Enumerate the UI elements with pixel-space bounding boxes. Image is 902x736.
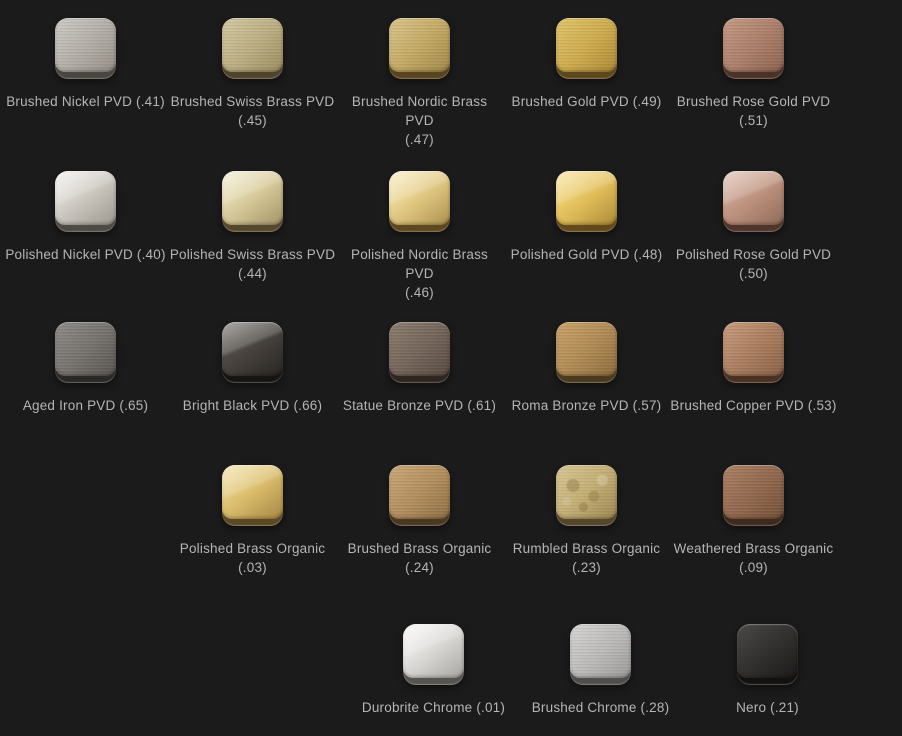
finish-swatch[interactable] [723,465,784,526]
finish-row-brass-organic: Polished Brass Organic (.03) Brushed Bra… [0,465,902,577]
finish-swatch[interactable] [556,465,617,526]
finish-row-pvd-brushed: Brushed Nickel PVD (.41) Brushed Swiss B… [0,18,902,149]
finish-option-brushed-swiss-brass-pvd-45[interactable]: Brushed Swiss Brass PVD (.45) [169,18,336,149]
finish-label: Roma Bronze PVD (.57) [503,396,670,434]
finish-row-pvd-dark-bronze: Aged Iron PVD (.65) Bright Black PVD (.6… [0,322,902,434]
finish-option-weathered-brass-organic-09[interactable]: Weathered Brass Organic (.09) [670,465,837,577]
finish-label: Aged Iron PVD (.65) [2,396,169,434]
finish-swatch[interactable] [723,18,784,79]
finish-option-rumbled-brass-organic-23[interactable]: Rumbled Brass Organic (.23) [503,465,670,577]
finish-label: Brushed Copper PVD (.53) [670,396,837,434]
finish-label: Statue Bronze PVD (.61) [336,396,503,434]
finish-swatch[interactable] [403,624,464,685]
finish-option-brushed-nickel-pvd-41[interactable]: Brushed Nickel PVD (.41) [2,18,169,149]
finish-swatch[interactable] [556,322,617,383]
finish-label: Durobrite Chrome (.01) [350,698,517,736]
finish-option-nero-21[interactable]: Nero (.21) [684,624,851,736]
finish-label: Nero (.21) [684,698,851,736]
finish-option-brushed-copper-pvd-53[interactable]: Brushed Copper PVD (.53) [670,322,837,434]
finish-label: Brushed Nordic Brass PVD (.47) [336,92,503,149]
finish-option-brushed-rose-gold-pvd-51[interactable]: Brushed Rose Gold PVD (.51) [670,18,837,149]
finish-swatch[interactable] [389,18,450,79]
finish-swatch[interactable] [55,322,116,383]
finish-row-chrome-nero: Durobrite Chrome (.01) Brushed Chrome (.… [0,624,902,736]
finish-option-polished-swiss-brass-pvd-44[interactable]: Polished Swiss Brass PVD (.44) [169,171,336,302]
finish-swatch[interactable] [556,18,617,79]
finish-label: Weathered Brass Organic (.09) [670,539,837,577]
finish-label: Bright Black PVD (.66) [169,396,336,434]
finish-swatch[interactable] [737,624,798,685]
finish-option-roma-bronze-pvd-57[interactable]: Roma Bronze PVD (.57) [503,322,670,434]
finish-option-bright-black-pvd-66[interactable]: Bright Black PVD (.66) [169,322,336,434]
finish-label: Polished Rose Gold PVD (.50) [670,245,837,283]
finish-swatch[interactable] [389,322,450,383]
finish-option-polished-gold-pvd-48[interactable]: Polished Gold PVD (.48) [503,171,670,302]
finish-option-polished-rose-gold-pvd-50[interactable]: Polished Rose Gold PVD (.50) [670,171,837,302]
finish-label: Brushed Chrome (.28) [517,698,684,736]
finish-option-brushed-gold-pvd-49[interactable]: Brushed Gold PVD (.49) [503,18,670,149]
finish-option-brushed-nordic-brass-pvd-47[interactable]: Brushed Nordic Brass PVD (.47) [336,18,503,149]
finish-option-polished-nordic-brass-pvd-46[interactable]: Polished Nordic Brass PVD (.46) [336,171,503,302]
finish-swatch[interactable] [222,18,283,79]
finish-swatch[interactable] [556,171,617,232]
finish-row-pvd-polished: Polished Nickel PVD (.40) Polished Swiss… [0,171,902,302]
finish-label: Polished Brass Organic (.03) [169,539,336,577]
finish-option-aged-iron-pvd-65[interactable]: Aged Iron PVD (.65) [2,322,169,434]
finish-swatch[interactable] [222,465,283,526]
finish-swatch-grid: Brushed Nickel PVD (.41) Brushed Swiss B… [0,0,902,700]
finish-label: Polished Gold PVD (.48) [503,245,670,283]
finish-label: Rumbled Brass Organic (.23) [503,539,670,577]
finish-swatch[interactable] [723,171,784,232]
finish-label: Brushed Rose Gold PVD (.51) [670,92,837,130]
finish-swatch[interactable] [389,171,450,232]
finish-option-brushed-chrome-28[interactable]: Brushed Chrome (.28) [517,624,684,736]
finish-option-polished-nickel-pvd-40[interactable]: Polished Nickel PVD (.40) [2,171,169,302]
finish-label: Brushed Gold PVD (.49) [503,92,670,130]
finish-label: Brushed Swiss Brass PVD (.45) [169,92,336,130]
finish-option-polished-brass-organic-03[interactable]: Polished Brass Organic (.03) [169,465,336,577]
finish-swatch[interactable] [570,624,631,685]
finish-label: Brushed Brass Organic (.24) [336,539,503,577]
finish-swatch[interactable] [55,18,116,79]
finish-swatch[interactable] [723,322,784,383]
finish-label: Brushed Nickel PVD (.41) [2,92,169,130]
finish-label: Polished Nordic Brass PVD (.46) [336,245,503,302]
finish-swatch[interactable] [222,322,283,383]
finish-option-statue-bronze-pvd-61[interactable]: Statue Bronze PVD (.61) [336,322,503,434]
finish-label: Polished Nickel PVD (.40) [2,245,169,283]
finish-swatch[interactable] [55,171,116,232]
finish-swatch[interactable] [389,465,450,526]
finish-option-durobrite-chrome-01[interactable]: Durobrite Chrome (.01) [350,624,517,736]
finish-option-brushed-brass-organic-24[interactable]: Brushed Brass Organic (.24) [336,465,503,577]
finish-swatch[interactable] [222,171,283,232]
finish-label: Polished Swiss Brass PVD (.44) [169,245,336,283]
